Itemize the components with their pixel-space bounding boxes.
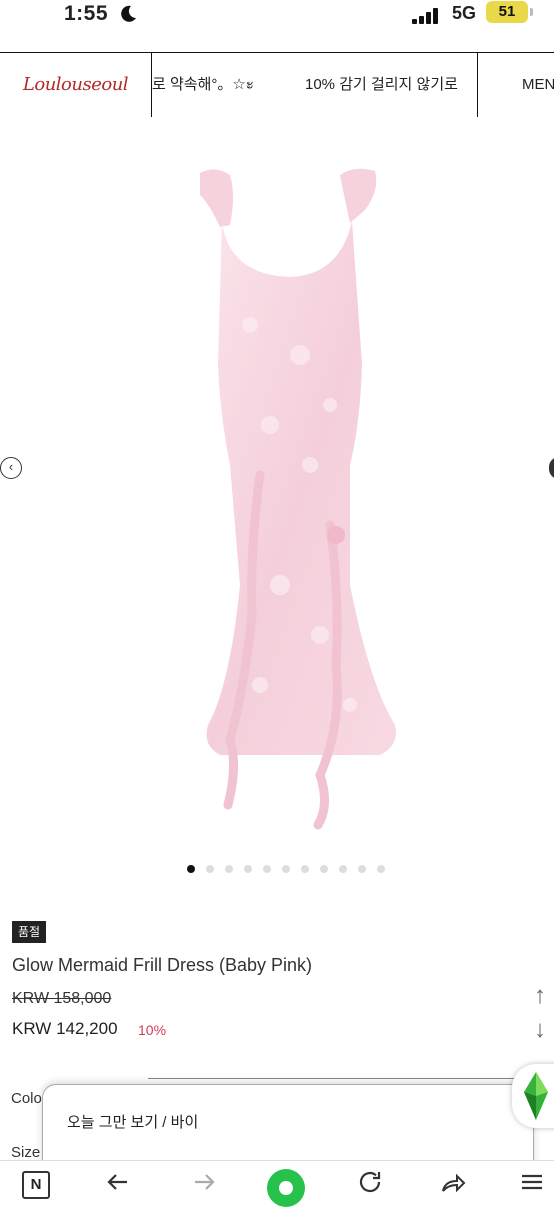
scroll-bottom-icon[interactable]: ↓ bbox=[534, 1014, 554, 1046]
battery-icon: 51 bbox=[486, 1, 528, 23]
previous-image-button[interactable]: ‹ bbox=[0, 457, 22, 479]
pagination-dot[interactable] bbox=[301, 865, 309, 873]
ticker-text-1: 로 약속해°。☆ะ bbox=[152, 76, 254, 93]
announcement-ticker: 로 약속해°。☆ะ 10% 감기 걸리지 않기로 bbox=[152, 53, 478, 117]
pagination-dot[interactable] bbox=[225, 865, 233, 873]
moon-icon bbox=[121, 5, 136, 22]
forward-button[interactable] bbox=[184, 1167, 224, 1201]
signal-icon bbox=[412, 8, 440, 24]
pagination-dot[interactable] bbox=[282, 865, 290, 873]
browser-toolbar: N bbox=[0, 1160, 554, 1207]
size-option-label: Size bbox=[11, 1144, 41, 1161]
reload-button[interactable] bbox=[350, 1167, 390, 1201]
status-bar: 1:55 5G 51 bbox=[0, 0, 554, 48]
product-gallery[interactable]: ‹ bbox=[0, 117, 554, 887]
pagination-dot[interactable] bbox=[187, 865, 195, 873]
original-price: KRW 158,000 bbox=[12, 990, 112, 1007]
popup-dismiss-today[interactable]: 오늘 그만 보기 / 바이 bbox=[67, 1111, 198, 1132]
n-icon: N bbox=[22, 1171, 50, 1199]
dress-image bbox=[200, 168, 396, 830]
pagination-dot[interactable] bbox=[206, 865, 214, 873]
home-icon bbox=[267, 1169, 305, 1207]
browser-menu-button[interactable] bbox=[512, 1167, 552, 1201]
network-label: 5G bbox=[452, 3, 477, 23]
home-button[interactable] bbox=[266, 1167, 306, 1207]
next-image-button[interactable] bbox=[549, 457, 554, 479]
color-option-label: Colo bbox=[11, 1090, 42, 1107]
pagination-dot[interactable] bbox=[263, 865, 271, 873]
status-time: 1:55 bbox=[64, 2, 109, 25]
arrow-left-icon bbox=[107, 1174, 127, 1190]
reload-icon bbox=[359, 1171, 381, 1193]
share-button[interactable] bbox=[432, 1167, 472, 1201]
back-button[interactable] bbox=[98, 1167, 138, 1201]
site-header: Loulouseoul 로 약속해°。☆ะ 10% 감기 걸리지 않기로 MEN bbox=[0, 52, 554, 118]
plumbob-icon bbox=[524, 1072, 548, 1120]
share-icon bbox=[442, 1173, 466, 1193]
menu-button[interactable]: MEN bbox=[478, 53, 554, 117]
site-logo[interactable]: Loulouseoul bbox=[0, 53, 152, 117]
battery-tip bbox=[530, 8, 533, 16]
naver-tab-button[interactable]: N bbox=[16, 1167, 56, 1201]
product-name: Glow Mermaid Frill Dress (Baby Pink) bbox=[12, 955, 313, 975]
scroll-top-icon[interactable]: ↑ bbox=[534, 980, 554, 1012]
pagination-dot[interactable] bbox=[339, 865, 347, 873]
arrow-right-icon bbox=[195, 1174, 215, 1190]
pagination-dot[interactable] bbox=[377, 865, 385, 873]
hamburger-icon bbox=[522, 1174, 542, 1190]
plumbob-widget[interactable] bbox=[512, 1064, 554, 1128]
pagination-dot[interactable] bbox=[320, 865, 328, 873]
pagination-dot[interactable] bbox=[244, 865, 252, 873]
discount-rate: 10% bbox=[138, 1022, 167, 1038]
ticker-text-2: 10% 감기 걸리지 않기로 bbox=[305, 76, 458, 93]
pagination-dot[interactable] bbox=[358, 865, 366, 873]
soldout-badge: 품절 bbox=[12, 921, 47, 943]
sale-price: KRW 142,200 bbox=[12, 1019, 118, 1038]
